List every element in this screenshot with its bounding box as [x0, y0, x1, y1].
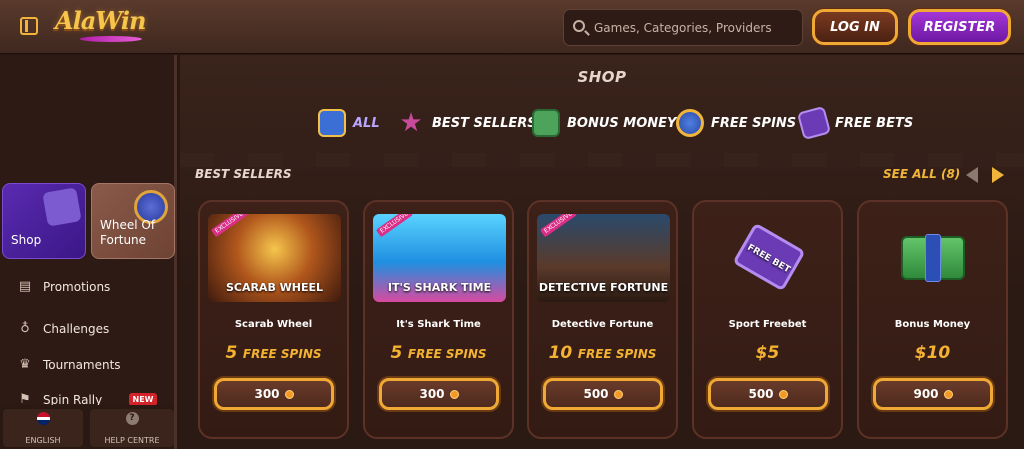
money-band-icon — [925, 234, 941, 282]
price-value: 500 — [583, 387, 609, 401]
sidebar-item-label: Tournaments — [43, 358, 121, 372]
product-card[interactable]: EXCLUSIVE SCARAB WHEEL Scarab Wheel 5 FR… — [198, 200, 349, 439]
section-title: BEST SELLERS — [195, 167, 292, 181]
money-icon — [532, 109, 560, 137]
product-prize: $5 — [755, 343, 780, 363]
sidebar-item-label: Challenges — [43, 322, 110, 336]
buy-button[interactable]: 300 — [379, 378, 499, 410]
tab-all[interactable]: ALL — [318, 105, 380, 141]
search-box[interactable] — [563, 9, 803, 46]
buy-button[interactable]: 500 — [543, 378, 663, 410]
shop-bag-icon — [318, 109, 346, 137]
tab-label: FREE SPINS — [711, 115, 797, 131]
search-input[interactable] — [594, 10, 794, 45]
carousel-next-icon[interactable] — [992, 167, 1004, 183]
help-icon: ? — [125, 412, 139, 425]
product-prize: 5 FREE SPINS — [390, 343, 487, 363]
product-card[interactable]: EXCLUSIVE IT'S SHARK TIME It's Shark Tim… — [363, 200, 514, 439]
product-name: Scarab Wheel — [234, 319, 313, 330]
price-value: 300 — [254, 387, 280, 401]
tab-best-sellers[interactable]: ★ BEST SELLERS — [397, 105, 537, 141]
product-name: Detective Fortune — [551, 319, 654, 330]
top-header: AlaWin LOG IN REGISTER — [0, 0, 1024, 54]
product-card[interactable]: EXCLUSIVE DETECTIVE FORTUNE Detective Fo… — [527, 200, 678, 439]
tab-bonus-money[interactable]: BONUS MONEY — [532, 105, 676, 141]
coin-icon — [449, 389, 459, 399]
ticket-icon — [796, 105, 832, 141]
exclusive-badge: EXCLUSIVE — [375, 214, 413, 238]
product-prize: 10 FREE SPINS — [548, 343, 657, 363]
product-image: EXCLUSIVE SCARAB WHEEL — [208, 214, 341, 302]
product-image — [867, 214, 1000, 302]
sidebar-card-shop[interactable]: Shop — [2, 183, 86, 259]
product-prize: 5 FREE SPINS — [225, 343, 322, 363]
buy-button[interactable]: 500 — [708, 378, 828, 410]
challenges-icon: ♁ — [20, 321, 30, 336]
sidebar-card-label: Wheel Of Fortune — [100, 218, 156, 247]
product-name: Sport Freebet — [728, 319, 807, 330]
sidebar-bottom-bar: ENGLISH ? HELP CENTRE — [0, 405, 174, 449]
sidebar: Shop Wheel Of Fortune ▤ Promotions ♁ Cha… — [0, 55, 177, 449]
uk-flag-icon — [36, 412, 50, 425]
product-card[interactable]: Bonus Money $10 900 — [857, 200, 1008, 439]
price-value: 500 — [748, 387, 774, 401]
brand-logo[interactable]: AlaWin — [55, 6, 146, 35]
login-button[interactable]: LOG IN — [812, 9, 898, 45]
price-value: 300 — [419, 387, 445, 401]
product-name: Bonus Money — [894, 319, 971, 330]
free-spins-icon — [676, 109, 704, 137]
product-image: EXCLUSIVE DETECTIVE FORTUNE — [537, 214, 670, 302]
exclusive-badge: EXCLUSIVE — [539, 214, 577, 238]
tab-label: BEST SELLERS — [432, 115, 537, 131]
carousel-prev-icon[interactable] — [966, 167, 978, 183]
see-all-link[interactable]: SEE ALL (8) — [883, 167, 960, 181]
sidebar-toggle-icon[interactable] — [20, 17, 38, 35]
buy-button[interactable]: 300 — [214, 378, 334, 410]
price-value: 900 — [913, 387, 939, 401]
main-content: SHOP ALL ★ BEST SELLERS BONUS MONEY FREE… — [180, 55, 1024, 449]
tab-free-bets[interactable]: FREE BETS — [796, 105, 914, 141]
promotions-icon: ▤ — [18, 279, 32, 294]
help-centre-label: HELP CENTRE — [104, 436, 160, 445]
product-prize: $10 — [914, 343, 951, 363]
register-button[interactable]: REGISTER — [908, 9, 1011, 45]
product-image: FREE BET — [702, 214, 835, 302]
tab-free-spins[interactable]: FREE SPINS — [676, 105, 796, 141]
coin-icon — [943, 389, 953, 399]
product-image-title: IT'S SHARK TIME — [387, 281, 492, 294]
search-icon — [573, 20, 585, 32]
product-image-title: DETECTIVE FORTUNE — [538, 281, 669, 294]
logo-swoosh — [80, 36, 142, 42]
page-title: SHOP — [577, 68, 627, 86]
shop-bag-icon — [42, 187, 82, 227]
language-button[interactable]: ENGLISH — [3, 409, 83, 447]
exclusive-badge: EXCLUSIVE — [210, 214, 248, 238]
product-image: EXCLUSIVE IT'S SHARK TIME — [373, 214, 506, 302]
sidebar-item-promotions[interactable]: ▤ Promotions — [18, 278, 110, 296]
language-label: ENGLISH — [25, 436, 61, 445]
sidebar-card-label: Shop — [11, 233, 42, 247]
buy-button[interactable]: 900 — [873, 378, 993, 410]
star-icon: ★ — [399, 108, 423, 138]
help-centre-button[interactable]: ? HELP CENTRE — [90, 409, 174, 447]
product-card[interactable]: FREE BET Sport Freebet $5 500 — [692, 200, 843, 439]
sidebar-card-wheel-of-fortune[interactable]: Wheel Of Fortune — [91, 183, 175, 259]
product-name: It's Shark Time — [396, 319, 481, 330]
coin-icon — [284, 389, 294, 399]
trophy-icon: ♛ — [19, 357, 31, 372]
tab-label: BONUS MONEY — [567, 115, 677, 131]
coin-icon — [778, 389, 788, 399]
sidebar-item-label: Promotions — [43, 280, 111, 294]
sidebar-item-challenges[interactable]: ♁ Challenges — [18, 320, 109, 338]
tab-label: FREE BETS — [835, 115, 914, 131]
product-image-title: SCARAB WHEEL — [225, 281, 324, 294]
coin-icon — [613, 389, 623, 399]
section-divider — [180, 153, 1024, 167]
tab-label: ALL — [353, 115, 380, 131]
sidebar-item-tournaments[interactable]: ♛ Tournaments — [18, 356, 121, 374]
